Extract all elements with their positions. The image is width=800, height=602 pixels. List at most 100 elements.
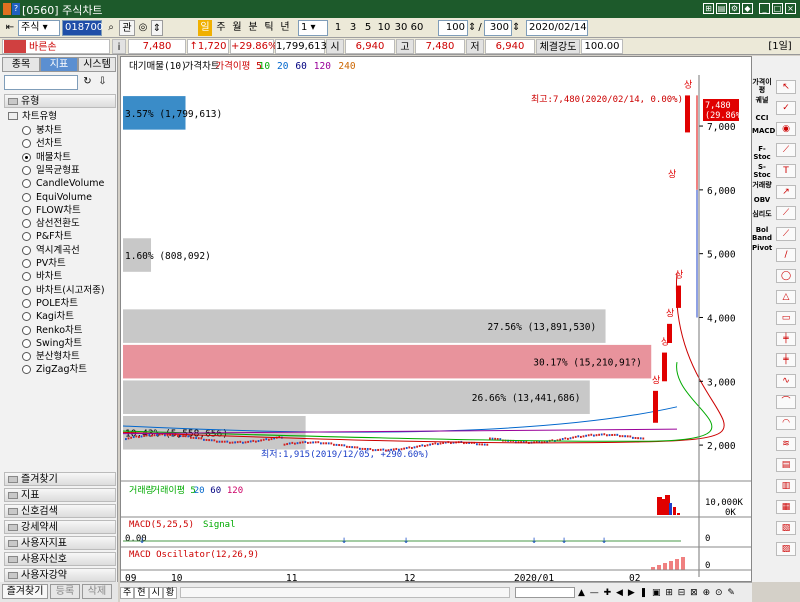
radio-icon[interactable] — [22, 365, 31, 375]
chart-type-item[interactable]: 바차트(시고저종) — [22, 284, 105, 297]
indicator-shortcut[interactable]: 거래량 — [752, 181, 772, 189]
drawing-tool-icon[interactable]: ╪ — [776, 332, 796, 346]
date-input[interactable]: 2020/02/14 ▾ — [526, 20, 588, 47]
tab-system[interactable]: 시스템 — [78, 57, 116, 72]
maximize-button[interactable]: □ — [772, 3, 783, 14]
link-icon[interactable]: ⊞ — [703, 3, 714, 14]
chart-type-item[interactable]: FLOW차트 — [22, 204, 81, 217]
indicator-shortcut[interactable]: 가격이평 — [752, 78, 772, 94]
minimize-button[interactable]: _ — [759, 3, 770, 14]
pin-icon[interactable]: ◆ — [742, 3, 753, 14]
indicator-shortcut[interactable]: 심리도 — [752, 210, 772, 218]
chart-type-item[interactable]: 바차트 — [22, 270, 62, 283]
tick-select[interactable]: 1 ▾ — [298, 20, 328, 36]
radio-icon[interactable] — [22, 179, 31, 189]
interval-3[interactable]: 3 — [347, 20, 359, 36]
chart-type-group[interactable]: 차트유형 — [8, 110, 57, 123]
chart-type-item[interactable]: 선차트 — [22, 137, 62, 150]
history-back-icon[interactable]: ⇤ — [3, 20, 17, 36]
interval-10[interactable]: 10 — [377, 20, 391, 36]
daily-button[interactable]: 일 — [198, 20, 212, 36]
indicator-shortcut[interactable]: S-Stoc — [752, 163, 772, 179]
radio-icon[interactable] — [22, 192, 31, 202]
horizontal-scrollbar[interactable] — [180, 587, 510, 598]
drawing-tool-icon[interactable]: ▦ — [776, 500, 796, 514]
view-btn-status[interactable]: 황 — [162, 587, 178, 599]
radio-icon[interactable] — [22, 325, 31, 335]
section-item[interactable]: 지표 — [4, 488, 116, 502]
indicator-search-input[interactable] — [4, 75, 78, 90]
radio-icon[interactable] — [22, 272, 31, 282]
chart-type-item[interactable]: POLE차트 — [22, 297, 78, 310]
period-week[interactable]: 주 — [214, 20, 228, 36]
zoom-controls[interactable]: ▲ — ✚ ◀ ▶ ❚ ▣ ⊞ ⊟ ⊠ ⊕ ⊙ ✎ — [578, 586, 750, 600]
indicator-shortcut[interactable]: Pivot — [752, 244, 772, 252]
search-icon[interactable]: ⌕ — [104, 20, 118, 36]
interval-60[interactable]: 60 — [410, 20, 424, 36]
drawing-tool-icon[interactable]: / — [776, 248, 796, 262]
chart-type-item[interactable]: EquiVolume — [22, 191, 92, 204]
tab-indicators[interactable]: 지표 — [40, 57, 78, 72]
radio-icon[interactable] — [22, 165, 31, 175]
scroll-icon[interactable]: ◎ — [137, 20, 149, 36]
indicator-shortcut[interactable]: MACD — [752, 127, 775, 135]
chart-type-item[interactable]: Swing차트 — [22, 337, 82, 350]
section-item[interactable]: 사용자지표 — [4, 536, 116, 550]
indicator-shortcut[interactable]: OBV — [752, 196, 772, 204]
indicator-shortcut[interactable]: Bol Band — [752, 226, 772, 242]
period-tick[interactable]: 틱 — [262, 20, 276, 36]
indicator-shortcut[interactable]: F-Stoc — [752, 145, 772, 161]
view-btn-time[interactable]: 시 — [148, 587, 163, 599]
chart-type-item[interactable]: 매물차트 — [22, 151, 71, 164]
drawing-tool-icon[interactable]: T — [776, 164, 796, 178]
scroll-slider[interactable] — [515, 587, 575, 598]
interval-1[interactable]: 1 — [332, 20, 344, 36]
drawing-tool-icon[interactable]: ▨ — [776, 542, 796, 556]
section-item[interactable]: 즐겨찾기 — [4, 472, 116, 486]
chart-type-item[interactable]: ZigZag차트 — [22, 363, 87, 376]
settings-icon[interactable]: ⚙ — [729, 3, 740, 14]
drawing-tool-icon[interactable]: ≋ — [776, 437, 796, 451]
section-item[interactable]: 강세약세 — [4, 520, 116, 534]
save-icon[interactable]: ▤ — [716, 3, 727, 14]
radio-icon[interactable] — [22, 126, 31, 135]
radio-icon[interactable] — [22, 245, 31, 255]
radio-icon[interactable] — [22, 139, 31, 149]
tab-favorites[interactable]: 즐겨찾기 — [2, 584, 48, 599]
view-btn-week[interactable]: 주 — [120, 587, 135, 599]
related-button[interactable]: 관 — [119, 20, 135, 36]
stock-chart[interactable]: 대기매물(10)가격차트가격이평 510 20 60 120 24010.43% (5,… — [121, 57, 753, 584]
radio-icon[interactable] — [22, 152, 31, 162]
radio-icon[interactable] — [22, 312, 31, 322]
chart-type-item[interactable]: CandleVolume — [22, 177, 104, 190]
download-icon[interactable]: ⇩ — [96, 76, 109, 89]
drawing-tool-icon[interactable]: ▭ — [776, 311, 796, 325]
refresh-icon[interactable]: ↻ — [81, 76, 94, 89]
chart-type-item[interactable]: P&F차트 — [22, 230, 72, 243]
period-year[interactable]: 년 — [278, 20, 292, 36]
stepper-icon[interactable]: ⇕ — [151, 20, 163, 36]
indicator-shortcut[interactable]: 궤널 — [752, 96, 772, 104]
radio-icon[interactable] — [22, 338, 31, 348]
radio-icon[interactable] — [22, 298, 31, 308]
drawing-tool-icon[interactable]: ⌒ — [776, 395, 796, 409]
total-input[interactable]: 300 — [484, 20, 512, 36]
help-icon[interactable]: ? — [12, 3, 20, 15]
radio-icon[interactable] — [22, 352, 31, 362]
chart-type-item[interactable]: 일목균형표 — [22, 164, 80, 177]
radio-icon[interactable] — [22, 205, 31, 215]
drawing-tool-icon[interactable]: ⟋ — [776, 206, 796, 220]
section-item[interactable]: 사용자신호 — [4, 552, 116, 566]
market-select[interactable]: 주식 ▾ — [18, 20, 60, 36]
drawing-tool-icon[interactable]: ∿ — [776, 374, 796, 388]
radio-icon[interactable] — [22, 219, 31, 229]
chart-type-item[interactable]: PV차트 — [22, 257, 66, 270]
drawing-tool-icon[interactable]: ↗ — [776, 185, 796, 199]
drawing-tool-icon[interactable]: ◉ — [776, 122, 796, 136]
drawing-tool-icon[interactable]: ⟋ — [776, 227, 796, 241]
info-icon[interactable]: i — [112, 39, 126, 54]
radio-icon[interactable] — [22, 285, 31, 295]
drawing-tool-icon[interactable]: ▤ — [776, 458, 796, 472]
chart-type-item[interactable]: Renko차트 — [22, 324, 83, 337]
tab-stocks[interactable]: 종목 — [2, 57, 40, 72]
